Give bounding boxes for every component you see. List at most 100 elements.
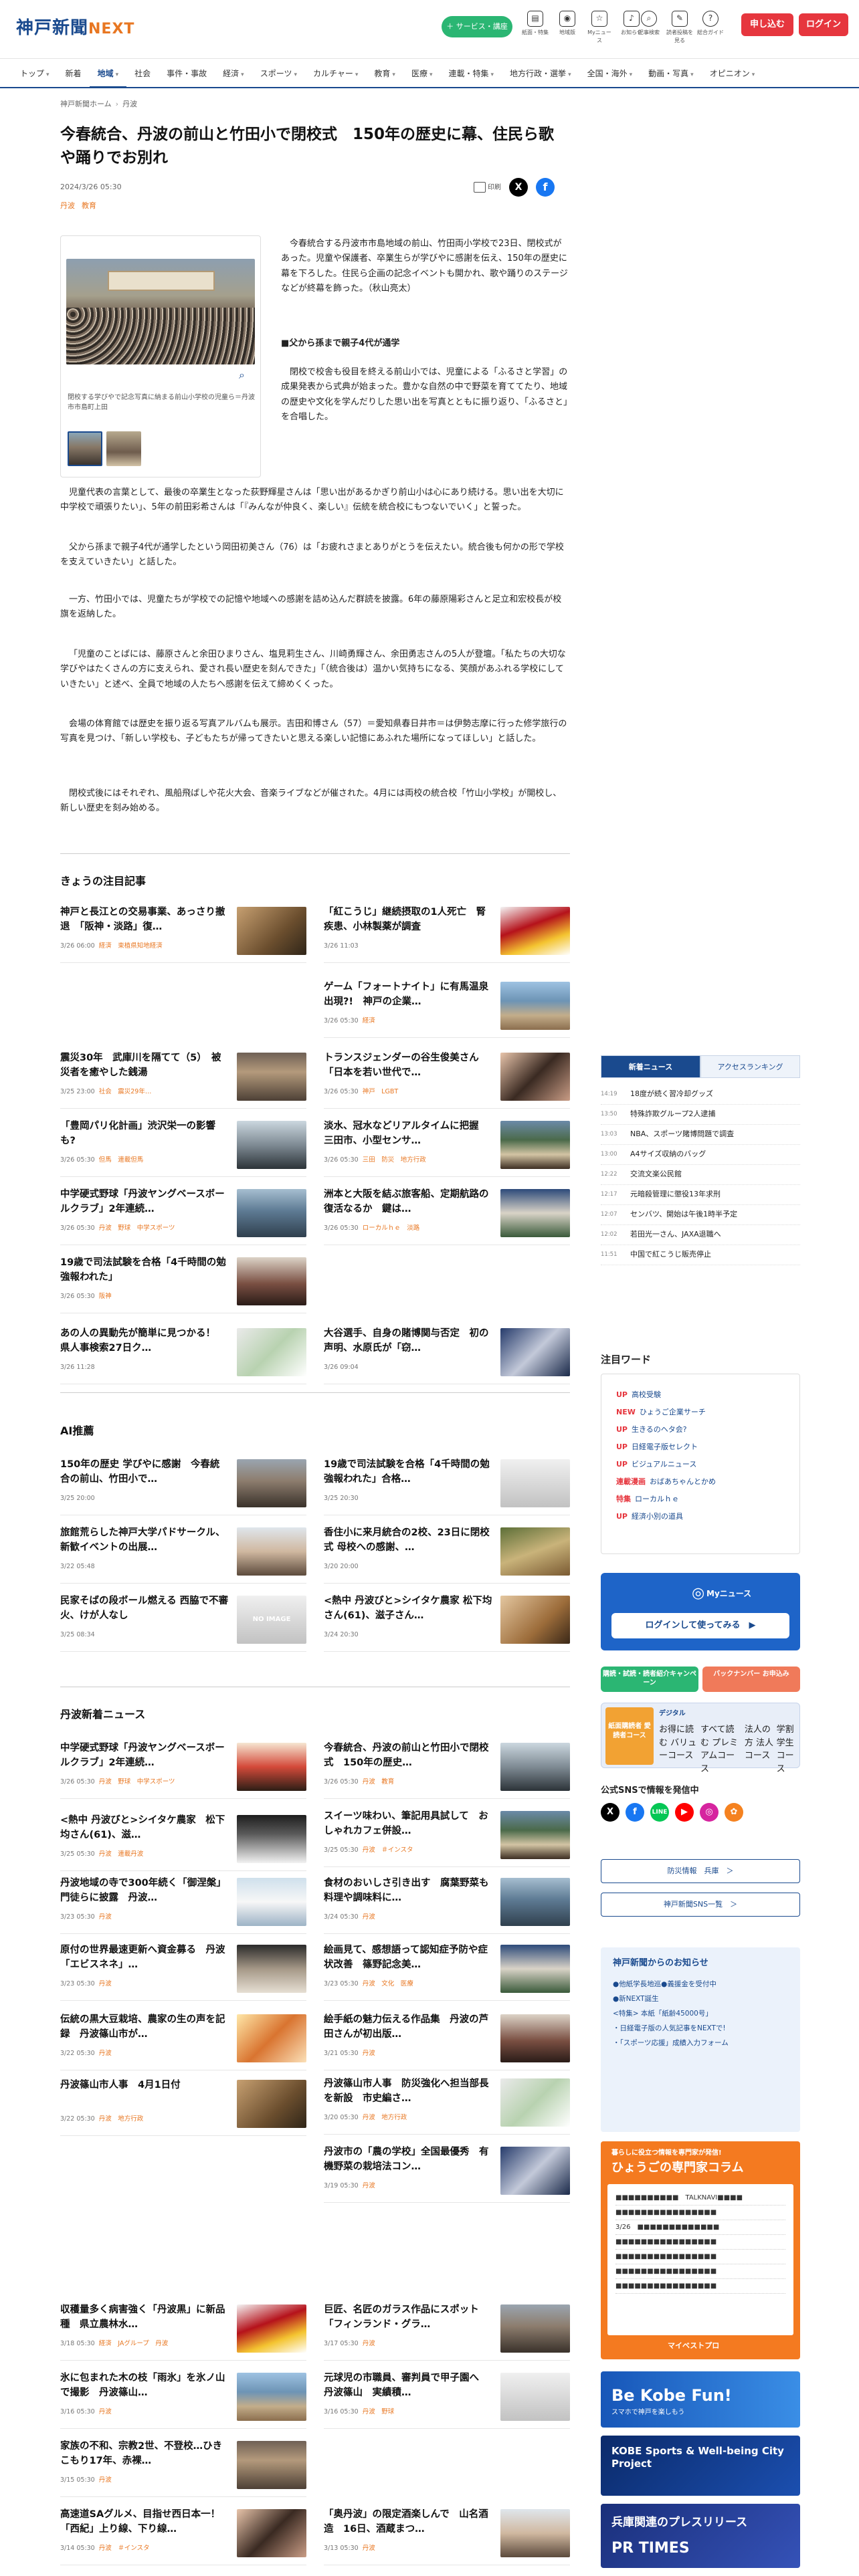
article-card-title[interactable]: 原付の世界最速更新へ資金募る 丹波「エビスネネ」… — [60, 1943, 229, 1973]
article-card-title[interactable]: トランスジェンダーの谷生俊美さん「日本を若い世代で… — [324, 1051, 492, 1081]
article-card-title[interactable]: 大谷選手、自身の賭博関与否定 初の声明、水原氏が「窃… — [324, 1327, 492, 1356]
keyword-link[interactable]: NEW ひょうご企業サーチ — [616, 1404, 785, 1421]
article-thumbnail[interactable] — [500, 1527, 570, 1576]
news-list-item[interactable]: 13:50 特殊詐欺グループ2人逮捕 — [601, 1105, 800, 1125]
article-card[interactable]: 丹波篠山市人事 防災強化へ担当部長を新設 市史編さ… 3/20 05:30 丹波 地… — [324, 2077, 570, 2135]
breadcrumb-tamba[interactable]: 丹波 — [122, 100, 137, 108]
keyword-link[interactable]: UP 日経電子版セレクト — [616, 1438, 785, 1456]
photo-thumbnail[interactable] — [68, 431, 102, 466]
news-list-item[interactable]: 12:22 交流文楽公民館 — [601, 1165, 800, 1185]
article-thumbnail[interactable] — [237, 1328, 306, 1376]
mynews-login-button[interactable]: ログインして使ってみる ▶ — [611, 1613, 789, 1638]
disaster-info-link[interactable]: 防災情報 兵庫 ＞ — [601, 1859, 800, 1883]
campaign-banner[interactable]: 購読・試読・読者紹介キャンペーン — [601, 1667, 698, 1692]
article-card-title[interactable]: 丹波篠山市人事 防災強化へ担当部長を新設 市史編さ… — [324, 2077, 492, 2107]
corporate-course-button[interactable]: 法人の方 法人コース — [745, 1723, 774, 1776]
notice-link[interactable]: ・日経電子版の人気記事をNEXTで! — [613, 2021, 788, 2036]
article-card[interactable]: 大谷選手、自身の賭博関与否定 初の声明、水原氏が「窃… 3/26 09:04 — [324, 1327, 570, 1384]
article-thumbnail[interactable] — [237, 1459, 306, 1507]
nav-item[interactable]: スポーツ ▾ — [252, 68, 305, 80]
article-card[interactable]: 丹波地域の寺で300年続く「御涅槃」門徒らに披露 丹波… 3/23 05:30 丹波 — [60, 1876, 306, 1934]
apply-button[interactable]: 申し込む — [741, 13, 793, 36]
nav-item[interactable]: 経済 ▾ — [215, 68, 252, 80]
article-card-title[interactable]: 150年の歴史 学びやに感謝 今春統合の前山、竹田小で… — [60, 1458, 229, 1487]
article-card[interactable]: 食材のおいしさ引き出す 腐葉野菜も料理や調味料に… 3/24 05:30 丹波 — [324, 1876, 570, 1934]
article-card-title[interactable]: 丹波市の「農の学校」全国最優秀 有機野菜の栽培法コン… — [324, 2145, 492, 2175]
article-card[interactable]: 伝統の黒大豆栽培、農家の生の声を記録 丹波篠山市が… 3/22 05:30 丹波 — [60, 2013, 306, 2070]
nav-item[interactable]: トップ ▾ — [12, 68, 58, 80]
guide-button[interactable]: ? 総合ガイド — [697, 11, 724, 45]
article-card[interactable]: 絵画見て、感想語って認知症予防や症状改善 篠野記念美… 3/23 05:30 丹波 … — [324, 1943, 570, 2001]
article-thumbnail[interactable] — [237, 1743, 306, 1791]
article-card-title[interactable]: 洲本と大阪を結ぶ旅客船、定期航路の復活なるか 鍵は… — [324, 1188, 492, 1217]
news-list-item[interactable]: 13:00 A4サイズ収納のバッグ — [601, 1145, 800, 1165]
article-thumbnail[interactable] — [500, 2147, 570, 2195]
nav-item[interactable]: 全国・海外 ▾ — [579, 68, 641, 80]
article-card-title[interactable]: 家族の不和、宗教2世、不登校…ひきこもり17年、赤裸… — [60, 2440, 229, 2469]
article-card-title[interactable]: 震災30年 武庫川を隔てて（5） 被災者を癒やした銭湯 — [60, 1051, 229, 1081]
article-card[interactable]: 原付の世界最速更新へ資金募る 丹波「エビスネネ」… 3/23 05:30 丹波 — [60, 1943, 306, 2001]
article-thumbnail[interactable] — [500, 2304, 570, 2353]
photo-thumbnail[interactable] — [106, 431, 141, 466]
article-card[interactable]: 「奥丹波」の限定酒楽しんで 山名酒造 16日、酒蔵まつ… 3/13 05:30 丹波 — [324, 2508, 570, 2565]
article-thumbnail[interactable] — [500, 907, 570, 955]
article-card-title[interactable]: 旅館荒らした神戸大学パドサークル、新歓イベントの出展… — [60, 1526, 229, 1555]
mynews-button[interactable]: ☆ Myニュース — [586, 11, 613, 45]
nav-item[interactable]: 事件・事故 — [159, 68, 215, 80]
student-course-button[interactable]: 学割 学生コース — [777, 1723, 799, 1776]
article-thumbnail[interactable] — [500, 2373, 570, 2421]
tag-link[interactable]: 丹波 — [60, 201, 75, 210]
x-icon[interactable]: X — [601, 1803, 619, 1822]
article-card-title[interactable]: 丹波地域の寺で300年続く「御涅槃」門徒らに披露 丹波… — [60, 1876, 229, 1906]
prtimes-banner[interactable]: 兵庫関連のプレスリリース PR TIMES — [601, 2504, 800, 2568]
facebook-icon[interactable]: f — [626, 1803, 644, 1822]
article-thumbnail[interactable] — [237, 1257, 306, 1305]
article-thumbnail[interactable] — [237, 1815, 306, 1863]
article-thumbnail[interactable] — [500, 982, 570, 1030]
keyword-link[interactable]: 特集 ローカルｈｅ — [616, 1491, 785, 1508]
article-thumbnail[interactable] — [500, 2078, 570, 2127]
mybestpro-link[interactable]: マイベストプロ — [668, 2341, 719, 2352]
article-card[interactable]: 丹波篠山市人事 4月1日付 3/22 05:30 丹波 地方行政 — [60, 2078, 306, 2136]
article-card[interactable]: 洲本と大阪を結ぶ旅客船、定期航路の復活なるか 鍵は… 3/26 05:30 ローカル… — [324, 1188, 570, 1245]
article-thumbnail[interactable] — [237, 907, 306, 955]
article-thumbnail[interactable] — [237, 2304, 306, 2353]
article-card-title[interactable]: あの人の異動先が簡単に見つかる！ 県人事検索27日ク… — [60, 1327, 229, 1356]
nav-item[interactable]: オピニオン ▾ — [702, 68, 763, 80]
article-card-title[interactable]: 氷に包まれた木の枝「雨氷」を氷ノ山で撮影 丹波篠山… — [60, 2371, 229, 2401]
article-thumbnail[interactable] — [500, 1189, 570, 1237]
article-thumbnail[interactable] — [237, 1121, 306, 1169]
article-main-photo[interactable] — [66, 259, 255, 364]
be-kobe-fun-banner[interactable]: Be Kobe Fun! スマホで神戸を楽しもう — [601, 2371, 800, 2428]
article-thumbnail[interactable] — [237, 1945, 306, 1993]
column-item[interactable]: ■■■■■■■■■■■■■■■■ — [615, 2250, 785, 2264]
breadcrumb-home[interactable]: 神戸新聞ホーム — [60, 100, 112, 108]
newspaper-button[interactable]: ▤ 紙面・特集 — [522, 11, 549, 45]
column-item[interactable]: ■■■■■■■■■■ TALKNAVI■■■■ — [615, 2191, 785, 2206]
column-item[interactable]: ■■■■■■■■■■■■■■■■ — [615, 2279, 785, 2294]
article-card-title[interactable]: ゲーム「フォートナイト」に有馬温泉出現?! 神戸の企業… — [324, 980, 492, 1010]
news-list-item[interactable]: 12:02 若田光一さん、JAXA退職へ — [601, 1225, 800, 1245]
news-title[interactable]: 交流文楽公民館 — [630, 1169, 682, 1180]
tab-new-news[interactable]: 新着ニュース — [601, 1055, 700, 1078]
article-card[interactable]: 収穫量多く病害強く「丹波黒」に新品種 県立農林水… 3/18 05:30 経済 JA… — [60, 2303, 306, 2361]
notice-link[interactable]: <特集> 本紙「紙齢45000号」 — [613, 2006, 788, 2021]
print-button[interactable]: 印刷 — [474, 182, 501, 193]
article-card-title[interactable]: 19歳で司法試験を合格「4千時間の勉強報われた」合格… — [324, 1458, 492, 1487]
article-thumbnail[interactable] — [500, 2509, 570, 2557]
nav-item[interactable]: 教育 ▾ — [366, 68, 403, 80]
article-thumbnail[interactable] — [237, 2441, 306, 2489]
article-card[interactable]: 19歳で司法試験を合格「4千時間の勉強報われた」 3/26 05:30 阪神 — [60, 1256, 306, 1313]
article-card-title[interactable]: 絵手紙の魅力伝える作品集 丹波の芦田さんが初出版… — [324, 2013, 492, 2042]
news-title[interactable]: A4サイズ収納のバッグ — [630, 1149, 706, 1160]
other-sns-icon[interactable]: ✿ — [725, 1803, 743, 1822]
article-thumbnail[interactable] — [500, 1878, 570, 1926]
article-card[interactable]: 中学硬式野球「丹波ヤングベースボールクラブ」2年連続… 3/26 05:30 丹波 … — [60, 1741, 306, 1799]
article-card-title[interactable]: 「奥丹波」の限定酒楽しんで 山名酒造 16日、酒蔵まつ… — [324, 2508, 492, 2537]
article-card-title[interactable]: 丹波篠山市人事 4月1日付 — [60, 2078, 229, 2108]
article-thumbnail[interactable] — [500, 1328, 570, 1376]
article-search-button[interactable]: ⌕ 記事検索 — [636, 11, 662, 45]
nav-item[interactable]: 社会 — [126, 68, 159, 80]
article-card[interactable]: 淡水、冠水などリアルタイムに把握 三田市、小型センサ… 3/26 05:30 三田 … — [324, 1119, 570, 1177]
nav-item[interactable]: 連載・特集 ▾ — [441, 68, 502, 80]
